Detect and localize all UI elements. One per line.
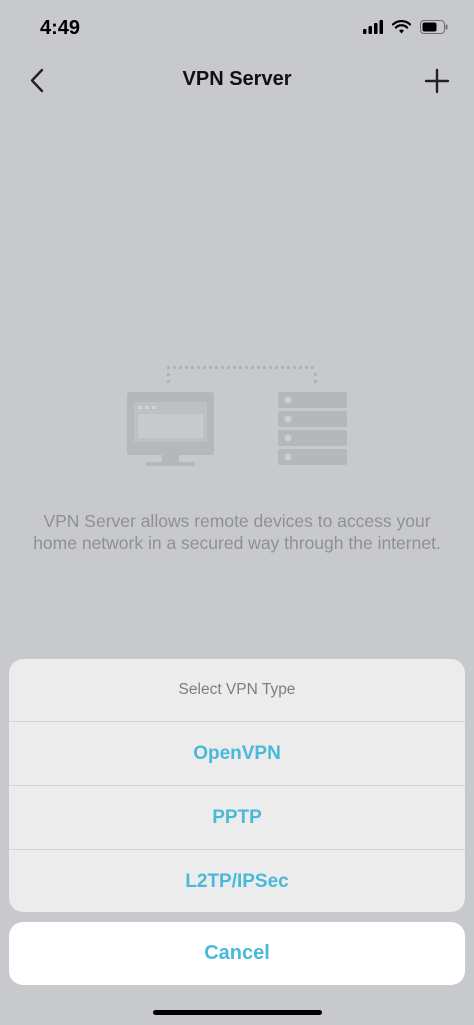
cancel-button[interactable]: Cancel bbox=[9, 922, 465, 985]
page-title: VPN Server bbox=[182, 68, 292, 90]
computer-monitor-icon bbox=[127, 392, 214, 466]
add-vpn-button[interactable] bbox=[422, 66, 452, 96]
cellular-signal-icon bbox=[363, 20, 383, 34]
option-pptp[interactable]: PPTP bbox=[9, 786, 465, 850]
option-l2tp-ipsec[interactable]: L2TP/IPSec bbox=[9, 850, 465, 912]
status-bar: 4:49 bbox=[0, 0, 474, 56]
nav-bar: VPN Server bbox=[0, 56, 474, 106]
battery-icon bbox=[420, 20, 448, 34]
connection-dots bbox=[167, 366, 317, 383]
wifi-icon bbox=[392, 20, 411, 34]
option-openvpn[interactable]: OpenVPN bbox=[9, 722, 465, 786]
status-time: 4:49 bbox=[40, 17, 81, 39]
vpn-type-action-sheet: Select VPN Type OpenVPN PPTP L2TP/IPSec bbox=[9, 659, 465, 912]
vpn-description: VPN Server allows remote devices to acce… bbox=[33, 511, 441, 553]
action-sheet-title: Select VPN Type bbox=[9, 659, 465, 722]
vpn-illustration bbox=[122, 360, 354, 472]
server-stack-icon bbox=[278, 392, 347, 465]
plus-icon bbox=[424, 68, 450, 94]
status-icons bbox=[363, 20, 448, 34]
home-indicator[interactable] bbox=[153, 1010, 322, 1015]
